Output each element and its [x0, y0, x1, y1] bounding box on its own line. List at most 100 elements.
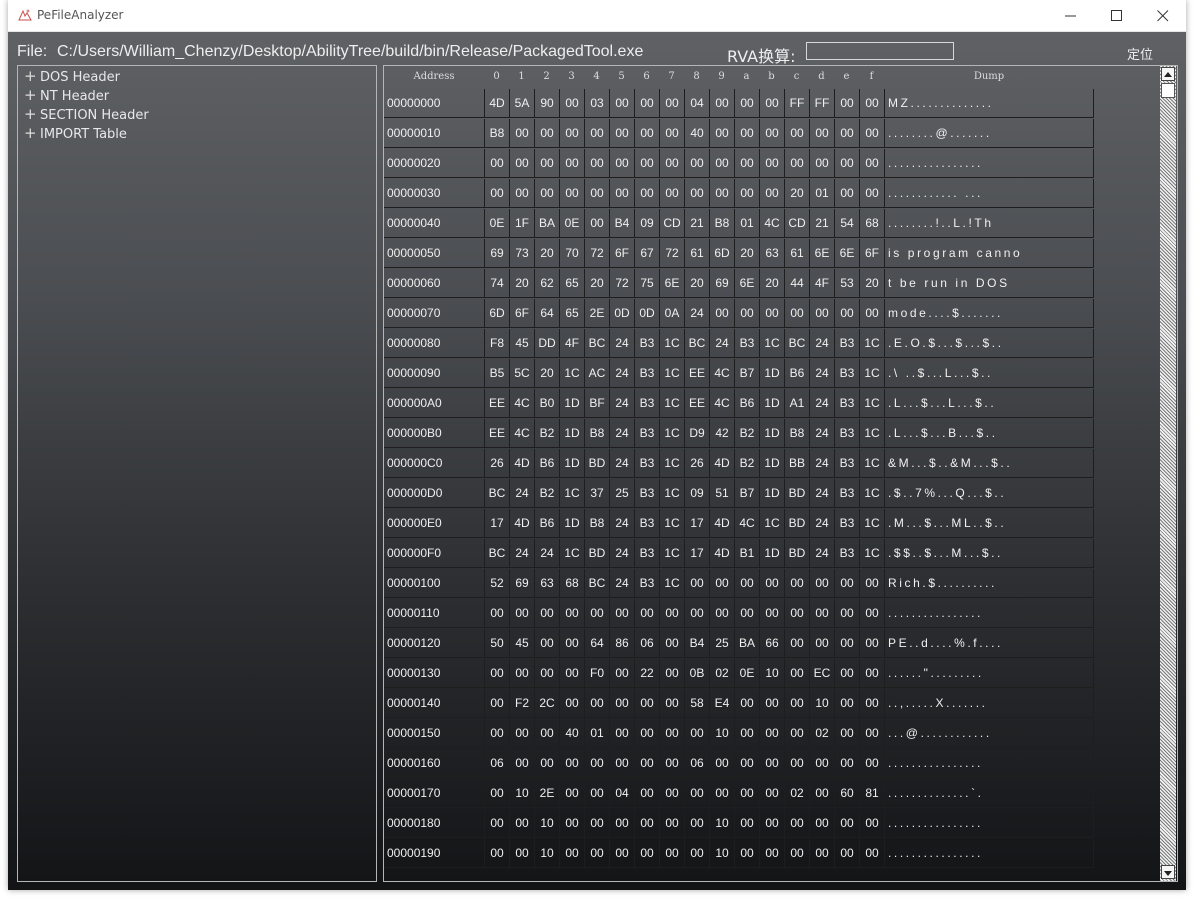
byte-cell[interactable]: 74 — [484, 269, 509, 298]
byte-cell[interactable]: 00 — [859, 89, 884, 118]
byte-cell[interactable]: 00 — [659, 749, 684, 778]
byte-cell[interactable]: 1D — [759, 359, 784, 388]
byte-cell[interactable]: 00 — [784, 149, 809, 178]
hex-view[interactable]: Address 0 1 2 3 4 5 6 7 8 9 a b c d e f Dump 00000000 4D 5A… — [383, 65, 1178, 882]
byte-cell[interactable]: 24 — [809, 449, 834, 478]
byte-cell[interactable]: 24 — [809, 359, 834, 388]
byte-cell[interactable]: 6F — [509, 299, 534, 328]
byte-cell[interactable]: 44 — [784, 269, 809, 298]
address-cell[interactable]: 00000080 — [384, 329, 484, 358]
byte-cell[interactable]: 01 — [809, 179, 834, 208]
byte-cell[interactable]: BC — [784, 329, 809, 358]
byte-cell[interactable]: 00 — [859, 659, 884, 688]
byte-cell[interactable]: 1D — [559, 509, 584, 538]
byte-cell[interactable]: 00 — [634, 119, 659, 148]
byte-cell[interactable]: 00 — [759, 809, 784, 838]
byte-cell[interactable]: A1 — [784, 389, 809, 418]
byte-cell[interactable]: 1D — [559, 419, 584, 448]
byte-cell[interactable]: 00 — [559, 179, 584, 208]
byte-cell[interactable]: 00 — [509, 659, 534, 688]
dump-cell[interactable]: is program canno — [884, 239, 1094, 268]
hex-row[interactable]: 00000150 00 00 00 40 01 00 00 00 00 10 00 00 00 02 00 00… — [384, 719, 1094, 749]
byte-cell[interactable]: 40 — [559, 719, 584, 748]
byte-cell[interactable]: B6 — [534, 449, 559, 478]
byte-cell[interactable]: 00 — [484, 779, 509, 808]
byte-cell[interactable]: 00 — [709, 599, 734, 628]
byte-cell[interactable]: 0E — [559, 209, 584, 238]
byte-cell[interactable]: 00 — [559, 779, 584, 808]
dump-cell[interactable]: ........!..L.!Th — [884, 209, 1094, 238]
byte-cell[interactable]: 00 — [834, 809, 859, 838]
byte-cell[interactable]: 65 — [559, 269, 584, 298]
byte-cell[interactable]: 00 — [784, 599, 809, 628]
byte-cell[interactable]: 00 — [734, 119, 759, 148]
dump-cell[interactable]: ................ — [884, 749, 1094, 778]
byte-cell[interactable]: 00 — [684, 809, 709, 838]
byte-cell[interactable]: 1C — [859, 419, 884, 448]
dump-cell[interactable]: ........@....... — [884, 119, 1094, 148]
hex-row[interactable]: 000000A0 EE 4C B0 1D BF 24 B3 1C EE 4C B6 1D A1 24 B3 1C… — [384, 389, 1094, 419]
byte-cell[interactable]: 00 — [609, 149, 634, 178]
hex-row[interactable]: 00000190 00 00 10 00 00 00 00 00 00 10 00 00 00 00 00 00… — [384, 839, 1094, 869]
byte-cell[interactable]: 63 — [534, 569, 559, 598]
hex-row[interactable]: 00000010 B8 00 00 00 00 00 00 00 40 00 00 00 00 00 00 00… — [384, 119, 1094, 149]
byte-cell[interactable]: 00 — [834, 659, 859, 688]
byte-cell[interactable]: BA — [734, 629, 759, 658]
close-button[interactable] — [1140, 0, 1186, 31]
byte-cell[interactable]: 00 — [709, 569, 734, 598]
byte-cell[interactable]: 37 — [584, 479, 609, 508]
hex-row[interactable]: 00000130 00 00 00 00 F0 00 22 00 0B 02 0E 10 00 EC 00 00… — [384, 659, 1094, 689]
byte-cell[interactable]: 00 — [559, 659, 584, 688]
byte-cell[interactable]: FF — [809, 89, 834, 118]
byte-cell[interactable]: 00 — [809, 119, 834, 148]
maximize-button[interactable] — [1094, 0, 1140, 31]
byte-cell[interactable]: 24 — [609, 419, 634, 448]
address-cell[interactable]: 00000090 — [384, 359, 484, 388]
byte-cell[interactable]: DD — [534, 329, 559, 358]
byte-cell[interactable]: 54 — [834, 209, 859, 238]
byte-cell[interactable]: 1C — [859, 389, 884, 418]
byte-cell[interactable]: 20 — [584, 269, 609, 298]
byte-cell[interactable]: 20 — [509, 269, 534, 298]
byte-cell[interactable]: E4 — [709, 689, 734, 718]
byte-cell[interactable]: 69 — [509, 569, 534, 598]
byte-cell[interactable]: 00 — [834, 719, 859, 748]
byte-cell[interactable]: 69 — [709, 269, 734, 298]
byte-cell[interactable]: 00 — [759, 719, 784, 748]
byte-cell[interactable]: 1C — [659, 509, 684, 538]
byte-cell[interactable]: 00 — [809, 569, 834, 598]
byte-cell[interactable]: 1C — [659, 479, 684, 508]
byte-cell[interactable]: 00 — [759, 839, 784, 868]
byte-cell[interactable]: 00 — [759, 149, 784, 178]
byte-cell[interactable]: B3 — [634, 509, 659, 538]
byte-cell[interactable]: 00 — [484, 149, 509, 178]
byte-cell[interactable]: 00 — [559, 599, 584, 628]
byte-cell[interactable]: 24 — [509, 539, 534, 568]
byte-cell[interactable]: 00 — [559, 839, 584, 868]
byte-cell[interactable]: B3 — [634, 419, 659, 448]
hex-row[interactable]: 000000E0 17 4D B6 1D B8 24 B3 1C 17 4D 4C 1C BD 24 B3 1C… — [384, 509, 1094, 539]
dump-cell[interactable]: .M...$...ML..$.. — [884, 509, 1094, 538]
byte-cell[interactable]: 00 — [859, 599, 884, 628]
byte-cell[interactable]: B2 — [534, 479, 559, 508]
byte-cell[interactable]: 00 — [759, 89, 784, 118]
byte-cell[interactable]: 25 — [609, 479, 634, 508]
byte-cell[interactable]: B6 — [534, 509, 559, 538]
byte-cell[interactable]: 09 — [634, 209, 659, 238]
byte-cell[interactable]: 00 — [684, 779, 709, 808]
byte-cell[interactable]: BC — [584, 569, 609, 598]
byte-cell[interactable]: 1D — [759, 389, 784, 418]
dump-cell[interactable]: .$..7%...Q...$.. — [884, 479, 1094, 508]
byte-cell[interactable]: 26 — [484, 449, 509, 478]
byte-cell[interactable]: 00 — [584, 809, 609, 838]
byte-cell[interactable]: 00 — [509, 149, 534, 178]
address-cell[interactable]: 00000030 — [384, 179, 484, 208]
byte-cell[interactable]: 24 — [809, 509, 834, 538]
byte-cell[interactable]: B3 — [834, 479, 859, 508]
expand-plus-icon[interactable]: + — [24, 124, 37, 142]
byte-cell[interactable]: 68 — [859, 209, 884, 238]
byte-cell[interactable]: 00 — [584, 839, 609, 868]
byte-cell[interactable]: 1C — [559, 479, 584, 508]
byte-cell[interactable]: 00 — [834, 299, 859, 328]
byte-cell[interactable]: 24 — [809, 329, 834, 358]
